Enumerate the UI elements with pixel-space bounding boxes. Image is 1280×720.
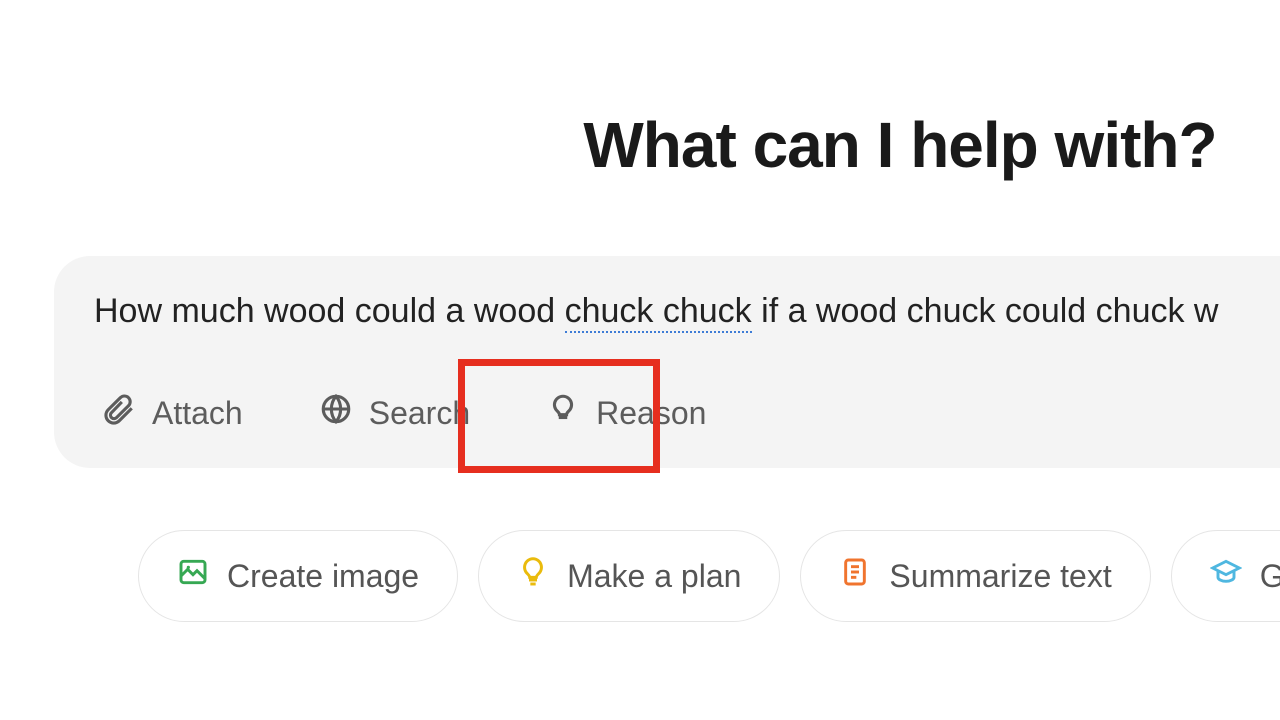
lightbulb-icon [517,556,549,596]
page-title: What can I help with? [0,108,1280,182]
prompt-input-card[interactable]: How much wood could a wood chuck chuck i… [54,256,1280,468]
document-icon [839,556,871,596]
chip-get-advice-label: Get advic [1260,558,1280,595]
attach-label: Attach [152,395,243,432]
search-label: Search [369,395,470,432]
lightbulb-icon [546,392,580,434]
input-tools-row: Attach Search Reason [90,384,718,442]
prompt-text-after: if a wood chuck could chuck w [752,292,1219,330]
attach-button[interactable]: Attach [90,384,255,442]
chip-summarize-label: Summarize text [889,558,1111,595]
prompt-text-flagged: chuck chuck [565,292,752,333]
suggestion-chips-row: Create image Make a plan Summarize text … [138,530,1280,622]
chip-get-advice[interactable]: Get advic [1171,530,1280,622]
search-button[interactable]: Search [307,384,482,442]
chip-create-image-label: Create image [227,558,419,595]
chip-make-plan[interactable]: Make a plan [478,530,780,622]
graduation-cap-icon [1210,556,1242,596]
chip-summarize-text[interactable]: Summarize text [800,530,1150,622]
prompt-text[interactable]: How much wood could a wood chuck chuck i… [94,292,1218,331]
chip-make-plan-label: Make a plan [567,558,741,595]
image-icon [177,556,209,596]
paperclip-icon [102,392,136,434]
reason-label: Reason [596,395,706,432]
prompt-text-before: How much wood could a wood [94,292,565,330]
reason-button[interactable]: Reason [534,384,718,442]
chip-create-image[interactable]: Create image [138,530,458,622]
globe-icon [319,392,353,434]
